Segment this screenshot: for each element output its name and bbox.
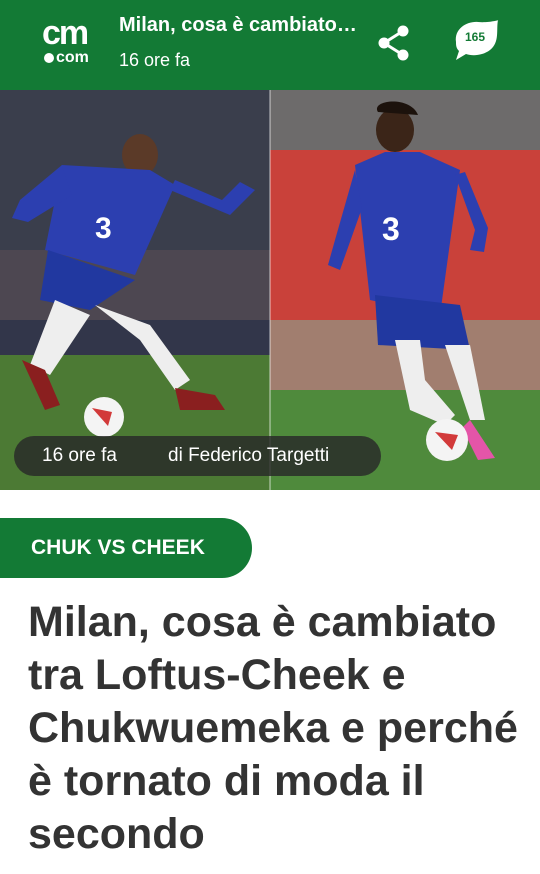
article-author[interactable]: di Federico Targetti <box>168 445 329 467</box>
header-article-title: Milan, cosa è cambiato tra Loftus-Cheek … <box>119 14 359 36</box>
calciomercato-logo[interactable]: cm com <box>42 16 92 70</box>
logo-com-text: com <box>44 50 89 66</box>
top-app-bar: cm com Milan, cosa è cambiato tra Loftus… <box>0 0 540 90</box>
hero-image: 3 3 <box>0 90 540 490</box>
comments-count: 165 <box>464 30 486 44</box>
article-time: 16 ore fa <box>42 445 117 466</box>
comments-button[interactable]: 165 <box>450 16 504 64</box>
logo-cm-text: cm <box>42 14 89 52</box>
logo-dot <box>44 53 54 63</box>
hero-photo: 3 3 <box>0 90 540 490</box>
svg-text:3: 3 <box>382 211 400 247</box>
article-headline: Milan, cosa è cambiato tra Loftus-Cheek … <box>28 598 518 858</box>
share-icon[interactable] <box>376 24 412 62</box>
logo-com-label: com <box>56 49 89 66</box>
svg-text:3: 3 <box>95 212 112 245</box>
article-meta-overlay: 16 ore fa di Federico Targetti <box>14 436 381 476</box>
header-time: 16 ore fa <box>119 50 191 70</box>
category-tag[interactable]: CHUK VS CHEEK <box>0 518 252 578</box>
